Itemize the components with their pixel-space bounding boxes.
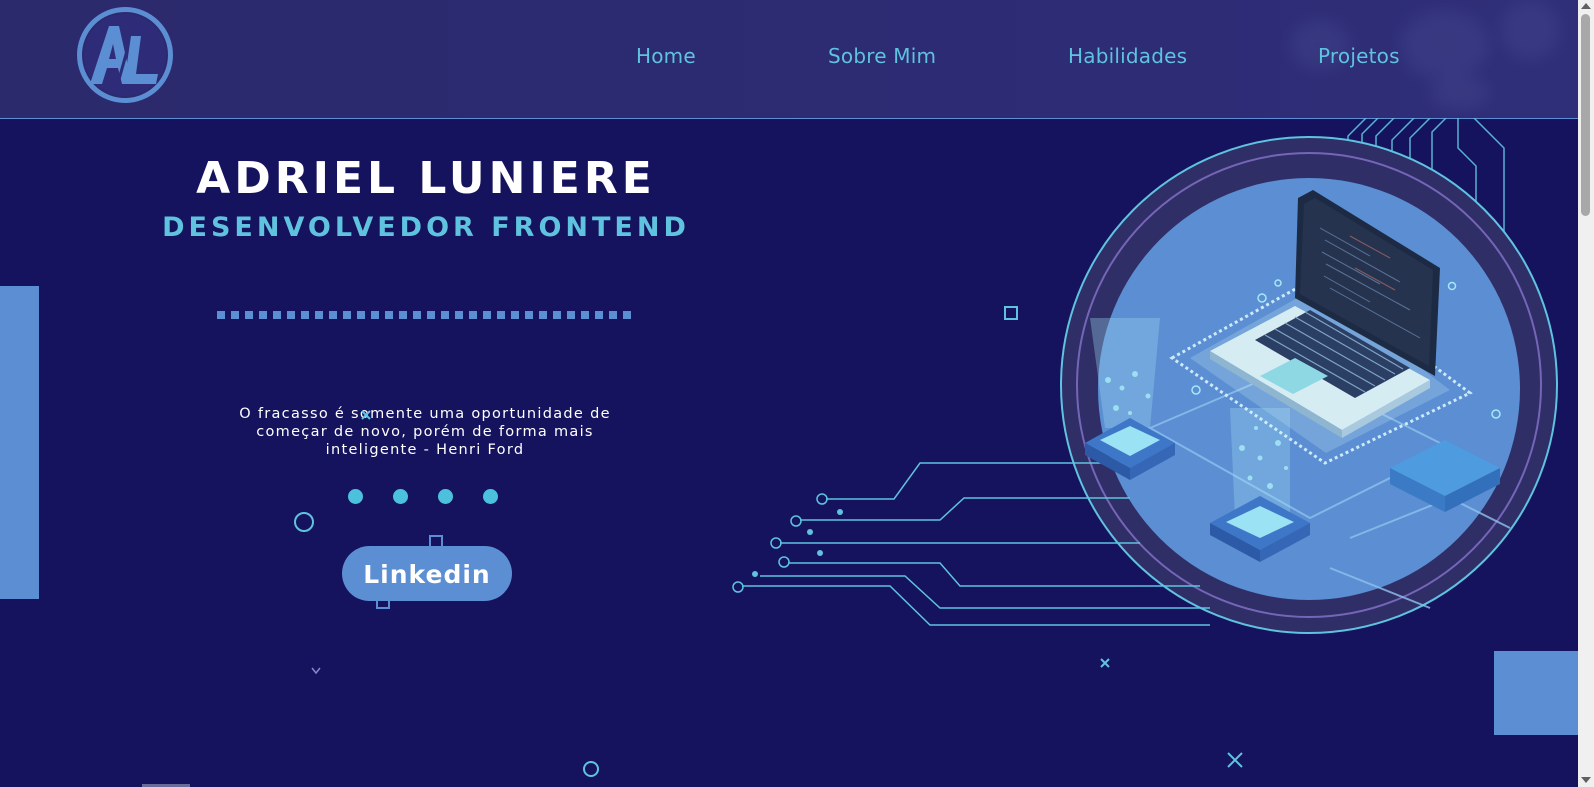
logo-mark <box>77 7 173 103</box>
decorative-blur <box>1500 0 1560 60</box>
scroll-down-arrow-icon[interactable] <box>1581 777 1591 783</box>
decorative-blur <box>1400 10 1490 80</box>
decorative-side-bar <box>0 286 39 599</box>
hero-quote: O fracasso é somente uma oportunidade de… <box>239 406 611 458</box>
dashed-divider <box>217 311 631 319</box>
page: Home Sobre Mim Habilidades Projetos ADRI… <box>0 0 1578 787</box>
hero-name: ADRIEL LUNIERE <box>196 153 656 204</box>
chevron-down-icon <box>311 667 321 675</box>
scrollbar[interactable] <box>1578 0 1594 787</box>
nav-habilidades[interactable]: Habilidades <box>1068 44 1187 68</box>
decorative-block <box>1494 651 1578 735</box>
circle-outline-icon <box>583 761 599 777</box>
dot-indicator <box>438 489 453 504</box>
dot-indicator <box>483 489 498 504</box>
dot-indicator <box>348 489 363 504</box>
decorative-blur <box>1430 75 1490 110</box>
nav-projetos[interactable]: Projetos <box>1318 44 1400 68</box>
site-header: Home Sobre Mim Habilidades Projetos <box>0 0 1578 119</box>
nav-home[interactable]: Home <box>636 44 696 68</box>
dot-indicator <box>393 489 408 504</box>
scrollbar-thumb[interactable] <box>1581 14 1590 216</box>
square-outline-icon <box>376 596 390 609</box>
x-mark-icon <box>1227 752 1243 768</box>
x-mark-icon <box>1100 658 1110 668</box>
scroll-up-arrow-icon[interactable] <box>1581 3 1591 9</box>
x-mark-icon <box>361 410 371 420</box>
square-outline-icon <box>429 535 443 549</box>
nav-sobre-mim[interactable]: Sobre Mim <box>828 44 936 68</box>
laptop-circuit-illustration <box>732 118 1558 634</box>
logo[interactable] <box>76 6 174 104</box>
circle-outline-icon <box>294 512 314 532</box>
linkedin-button[interactable]: Linkedin <box>342 546 512 601</box>
hero-role: DESENVOLVEDOR FRONTEND <box>162 212 690 243</box>
